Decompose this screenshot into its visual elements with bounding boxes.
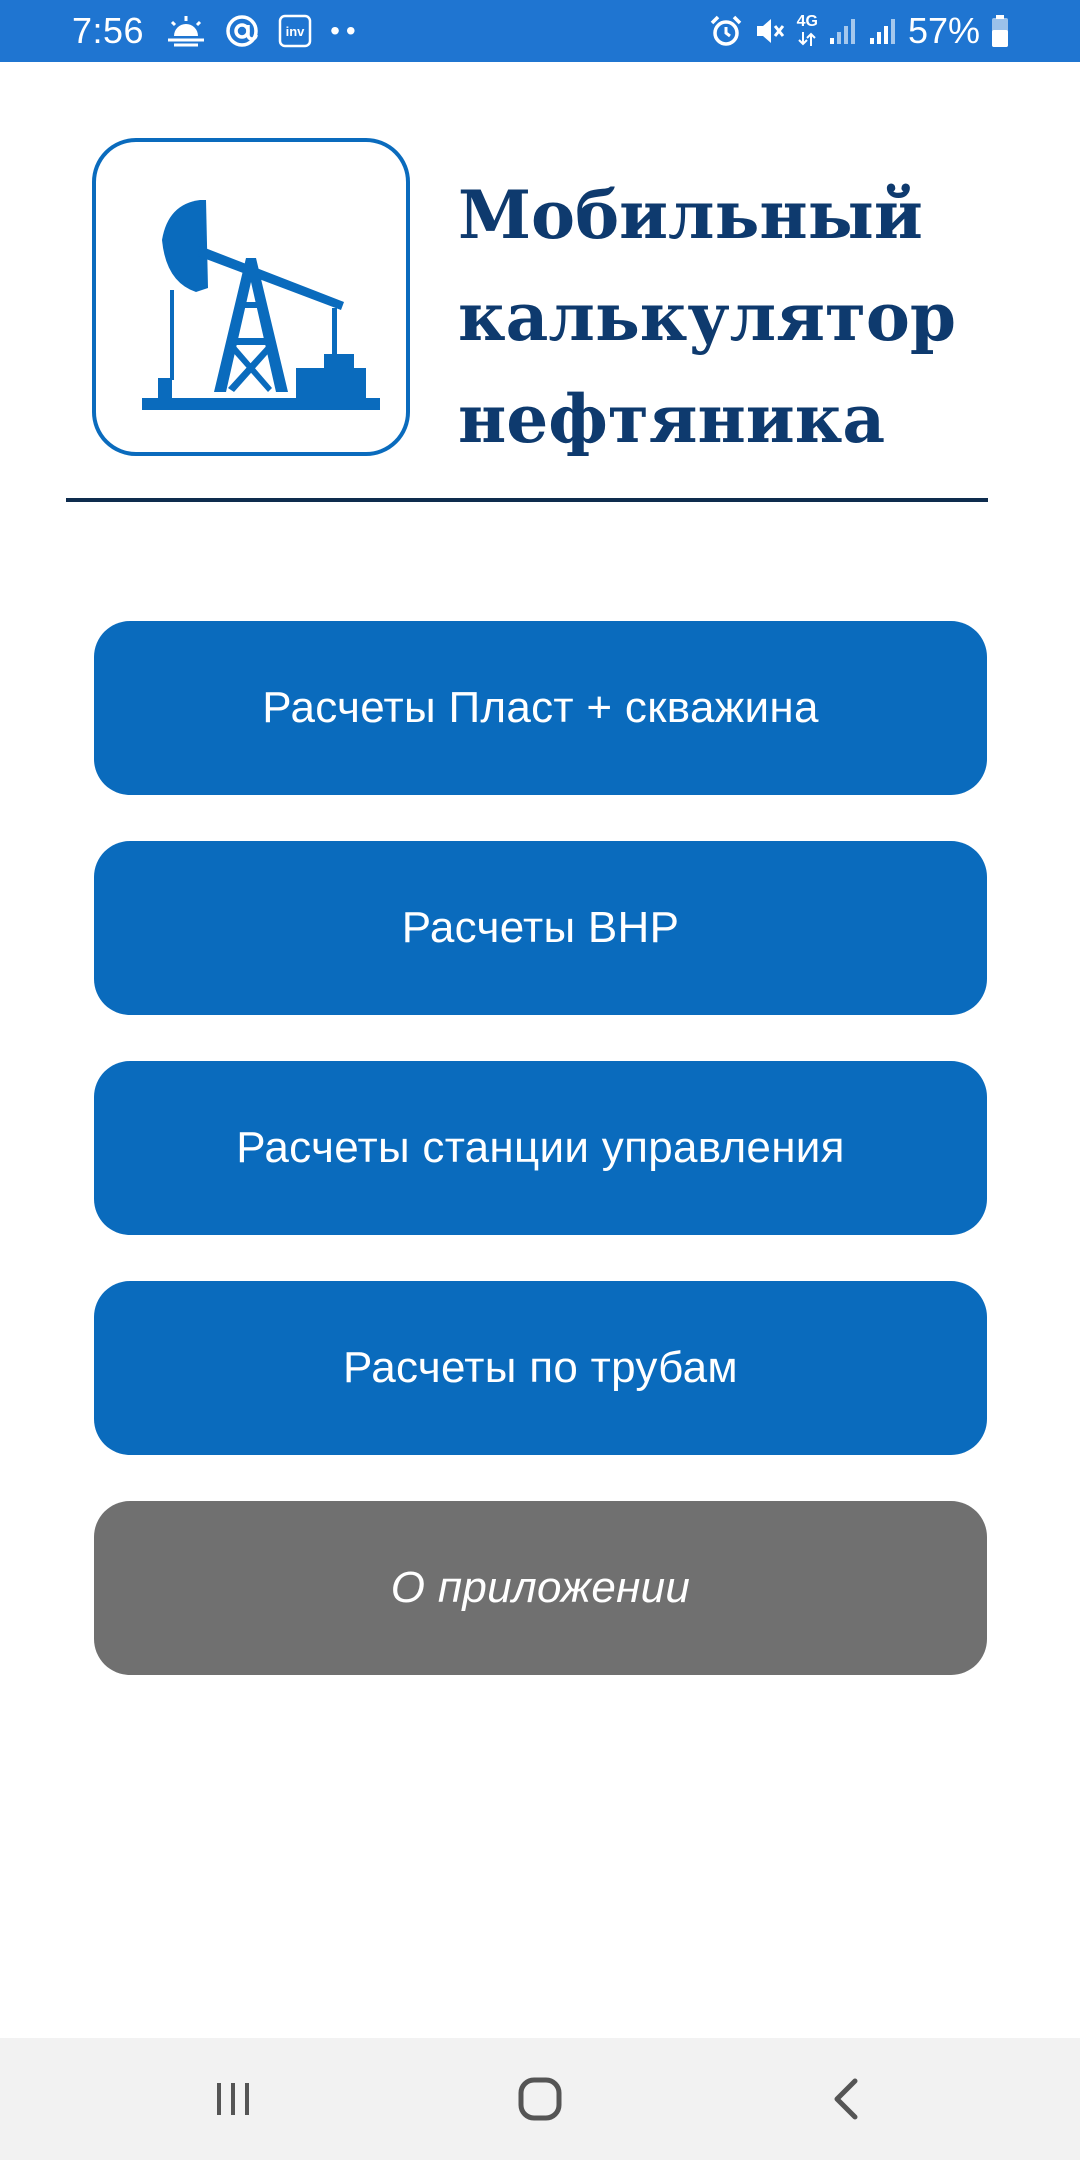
battery-percent: 57% (907, 10, 980, 51)
inv-app-icon: inv (278, 11, 312, 51)
oil-pump-jack-icon (92, 138, 410, 456)
app-title-line-1: Мобильный (458, 176, 923, 254)
app-header: Мобильный калькулятор нефтяника (66, 138, 986, 463)
screen: 7:56 inv •• 4G 57% Мобильный калькулятор… (0, 0, 1080, 2160)
app-title: Мобильный калькулятор нефтяника (458, 164, 1018, 470)
status-time: 7:56 (72, 10, 145, 51)
status-left: 7:56 inv •• (72, 10, 362, 52)
recent-apps-icon[interactable] (173, 2054, 293, 2144)
app-title-line-3: нефтяника (458, 380, 886, 458)
header-divider (66, 498, 988, 502)
signal-icon (868, 11, 898, 51)
network-4g-icon: 4G (797, 11, 818, 51)
status-right: 4G 57% (709, 10, 1010, 52)
app-title-line-2: калькулятор (458, 278, 957, 356)
reservoir-well-calculations-button[interactable]: Расчеты Пласт + скважина (94, 621, 987, 795)
network-type-label: 4G (796, 13, 818, 30)
mute-icon (753, 11, 787, 51)
signal-icon (828, 11, 858, 51)
status-bar: 7:56 inv •• 4G 57% (0, 0, 1080, 62)
battery-icon (990, 11, 1010, 51)
navigation-bar (0, 2038, 1080, 2160)
inv-badge-text: inv (286, 24, 306, 39)
home-icon[interactable] (480, 2054, 600, 2144)
alarm-icon (709, 11, 743, 51)
pipe-calculations-button[interactable]: Расчеты по трубам (94, 1281, 987, 1455)
vnr-calculations-button[interactable]: Расчеты ВНР (94, 841, 987, 1015)
back-icon[interactable] (787, 2054, 907, 2144)
about-app-button[interactable]: О приложении (94, 1501, 987, 1675)
main-menu: Расчеты Пласт + скважина Расчеты ВНР Рас… (94, 621, 987, 1721)
weather-sun-icon (166, 11, 206, 51)
control-station-calculations-button[interactable]: Расчеты станции управления (94, 1061, 987, 1235)
at-sign-icon (224, 11, 260, 51)
more-notifications-dots: •• (330, 15, 362, 46)
